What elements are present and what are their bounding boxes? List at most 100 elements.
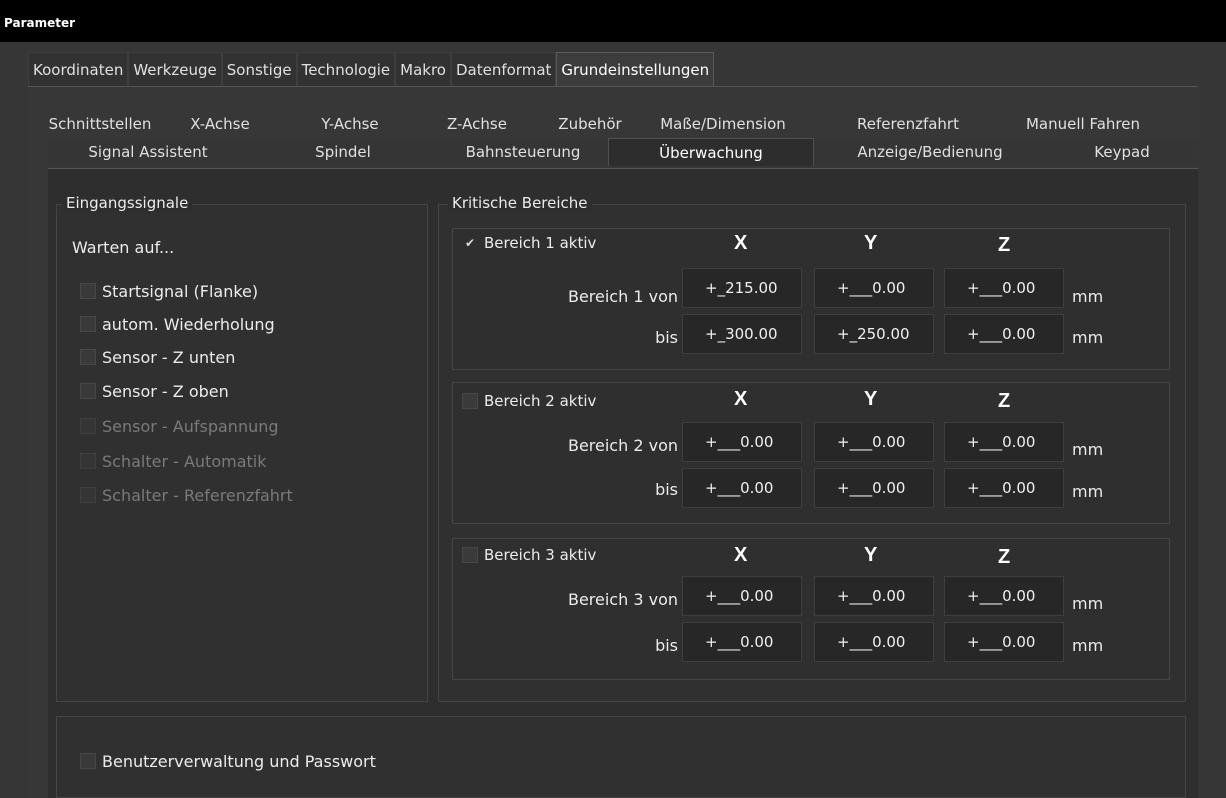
tab-ueberwachung[interactable]: Überwachung <box>608 138 814 166</box>
bereich-1-von-label: Bereich 1 von <box>567 287 678 306</box>
bereich-3-von-x-field[interactable]: +___0.00 <box>682 576 802 616</box>
schalter-referenzfahrt-label: Schalter - Referenzfahrt <box>102 485 293 505</box>
bereich-1-aktiv-label: Bereich 1 aktiv <box>484 234 597 252</box>
sensor-aufspannung-checkbox-row: Sensor - Aufspannung <box>80 413 279 439</box>
sensor-aufspannung-label: Sensor - Aufspannung <box>102 416 279 436</box>
tab-anzeige-bedienung[interactable]: Anzeige/Bedienung <box>814 138 1046 166</box>
tab-technologie[interactable]: Technologie <box>296 52 396 86</box>
tab-werkzeuge[interactable]: Werkzeuge <box>128 52 222 86</box>
bereich-2-aktiv-label: Bereich 2 aktiv <box>484 392 597 410</box>
kritische-bereiche-title: Kritische Bereiche <box>448 194 592 212</box>
autom-wiederholung-checkbox[interactable] <box>80 316 96 332</box>
bereich-1-von-x-field[interactable]: +_215.00 <box>682 268 802 308</box>
bereich-3-bis-x-field[interactable]: +___0.00 <box>682 622 802 662</box>
bereich-3-bis-y-field[interactable]: +___0.00 <box>814 622 934 662</box>
bereich-1-bis-y-field[interactable]: +_250.00 <box>814 314 934 354</box>
axis-z-label: Z <box>998 390 1011 412</box>
tab-datenformat[interactable]: Datenformat <box>450 52 557 86</box>
bereich-2-bis-label: bis <box>655 480 678 499</box>
bereich-2-bis-y-field[interactable]: +___0.00 <box>814 468 934 508</box>
bereich-1-bis-label: bis <box>655 328 678 347</box>
tab-spindel[interactable]: Spindel <box>248 138 438 166</box>
main-tab-bar: Koordinaten Werkzeuge Sonstige Technolog… <box>28 52 715 86</box>
tab-keypad[interactable]: Keypad <box>1046 138 1198 166</box>
sensor-z-oben-checkbox[interactable] <box>80 383 96 399</box>
bereich-2-von-z-field[interactable]: +___0.00 <box>944 422 1064 462</box>
eingangssignale-title: Eingangssignale <box>62 194 193 212</box>
bereich-3-von-z-field[interactable]: +___0.00 <box>944 576 1064 616</box>
tab-makro[interactable]: Makro <box>395 52 451 86</box>
startsignal-checkbox-row[interactable]: Startsignal (Flanke) <box>80 278 258 304</box>
bereich-1-bis-z-field[interactable]: +___0.00 <box>944 314 1064 354</box>
tab-manuell-fahren[interactable]: Manuell Fahren <box>1008 110 1158 138</box>
tab-x-achse[interactable]: X-Achse <box>152 110 288 138</box>
axis-y-label: Y <box>864 544 878 566</box>
bereich-3-von-unit: mm <box>1072 594 1104 613</box>
tab-referenzfahrt[interactable]: Referenzfahrt <box>808 110 1008 138</box>
axis-z-label: Z <box>998 546 1011 568</box>
bereich-3-aktiv-checkbox-row[interactable]: Bereich 3 aktiv <box>462 546 596 564</box>
bereich-1-von-unit: mm <box>1072 287 1104 306</box>
tab-sonstige[interactable]: Sonstige <box>221 52 297 86</box>
bereich-2-bis-x-field[interactable]: +___0.00 <box>682 468 802 508</box>
tab-zubehoer[interactable]: Zubehör <box>542 110 638 138</box>
bereich-1-von-z-field[interactable]: +___0.00 <box>944 268 1064 308</box>
schalter-automatik-checkbox <box>80 453 96 469</box>
tab-signal-assistent[interactable]: Signal Assistent <box>48 138 248 166</box>
sensor-aufspannung-checkbox <box>80 418 96 434</box>
benutzerverwaltung-checkbox[interactable] <box>80 753 96 769</box>
tab-koordinaten[interactable]: Koordinaten <box>28 52 129 86</box>
bereich-2-bis-z-field[interactable]: +___0.00 <box>944 468 1064 508</box>
bereich-3-aktiv-checkbox[interactable] <box>462 547 478 563</box>
window-title: Parameter <box>4 16 76 30</box>
axis-x-label: X <box>734 232 748 254</box>
startsignal-checkbox[interactable] <box>80 283 96 299</box>
warten-auf-label: Warten auf... <box>72 238 175 257</box>
sub-tab-row-1: Schnittstellen X-Achse Y-Achse Z-Achse Z… <box>48 110 1198 138</box>
schalter-referenzfahrt-checkbox-row: Schalter - Referenzfahrt <box>80 482 293 508</box>
axis-x-label: X <box>734 544 748 566</box>
schalter-referenzfahrt-checkbox <box>80 487 96 503</box>
bereich-3-von-label: Bereich 3 von <box>567 590 678 609</box>
sensor-z-unten-checkbox-row[interactable]: Sensor - Z unten <box>80 344 235 370</box>
bereich-2-von-label: Bereich 2 von <box>567 436 678 455</box>
sensor-z-oben-label: Sensor - Z oben <box>102 381 229 401</box>
bereich-1-aktiv-checkbox-row[interactable]: ✔ Bereich 1 aktiv <box>462 234 596 252</box>
bereich-2-bis-unit: mm <box>1072 482 1104 501</box>
benutzerverwaltung-checkbox-row[interactable]: Benutzerverwaltung und Passwort <box>80 748 376 774</box>
tab-y-achse[interactable]: Y-Achse <box>288 110 412 138</box>
axis-y-label: Y <box>864 388 878 410</box>
bereich-1-von-y-field[interactable]: +___0.00 <box>814 268 934 308</box>
axis-x-label: X <box>734 388 748 410</box>
tab-grundeinstellungen[interactable]: Grundeinstellungen <box>556 52 715 86</box>
bereich-2-von-x-field[interactable]: +___0.00 <box>682 422 802 462</box>
schalter-automatik-checkbox-row: Schalter - Automatik <box>80 448 267 474</box>
bereich-3-bis-z-field[interactable]: +___0.00 <box>944 622 1064 662</box>
title-bar: Parameter <box>0 0 1226 42</box>
axis-y-label: Y <box>864 232 878 254</box>
tab-masse-dimension[interactable]: Maße/Dimension <box>638 110 808 138</box>
bereich-2-aktiv-checkbox-row[interactable]: Bereich 2 aktiv <box>462 392 596 410</box>
sensor-z-oben-checkbox-row[interactable]: Sensor - Z oben <box>80 378 229 404</box>
benutzerverwaltung-label: Benutzerverwaltung und Passwort <box>102 751 376 771</box>
bereich-2-aktiv-checkbox[interactable] <box>462 393 478 409</box>
bereich-1-bis-x-field[interactable]: +_300.00 <box>682 314 802 354</box>
bereich-3-von-y-field[interactable]: +___0.00 <box>814 576 934 616</box>
autom-wiederholung-checkbox-row[interactable]: autom. Wiederholung <box>80 311 275 337</box>
bereich-3-bis-label: bis <box>655 636 678 655</box>
bereich-2-von-y-field[interactable]: +___0.00 <box>814 422 934 462</box>
sensor-z-unten-checkbox[interactable] <box>80 349 96 365</box>
checkmark-icon[interactable]: ✔ <box>462 235 478 251</box>
sensor-z-unten-label: Sensor - Z unten <box>102 347 236 367</box>
schalter-automatik-label: Schalter - Automatik <box>102 451 267 471</box>
axis-z-label: Z <box>998 234 1011 256</box>
bereich-1-bis-unit: mm <box>1072 328 1104 347</box>
bereich-3-bis-unit: mm <box>1072 636 1104 655</box>
sub-tab-row-2: Signal Assistent Spindel Bahnsteuerung Ü… <box>48 138 1198 166</box>
tab-bahnsteuerung[interactable]: Bahnsteuerung <box>438 138 608 166</box>
tab-z-achse[interactable]: Z-Achse <box>412 110 542 138</box>
bereich-3-aktiv-label: Bereich 3 aktiv <box>484 546 597 564</box>
tab-schnittstellen[interactable]: Schnittstellen <box>48 110 152 138</box>
bereich-2-von-unit: mm <box>1072 440 1104 459</box>
autom-wiederholung-label: autom. Wiederholung <box>102 314 275 334</box>
